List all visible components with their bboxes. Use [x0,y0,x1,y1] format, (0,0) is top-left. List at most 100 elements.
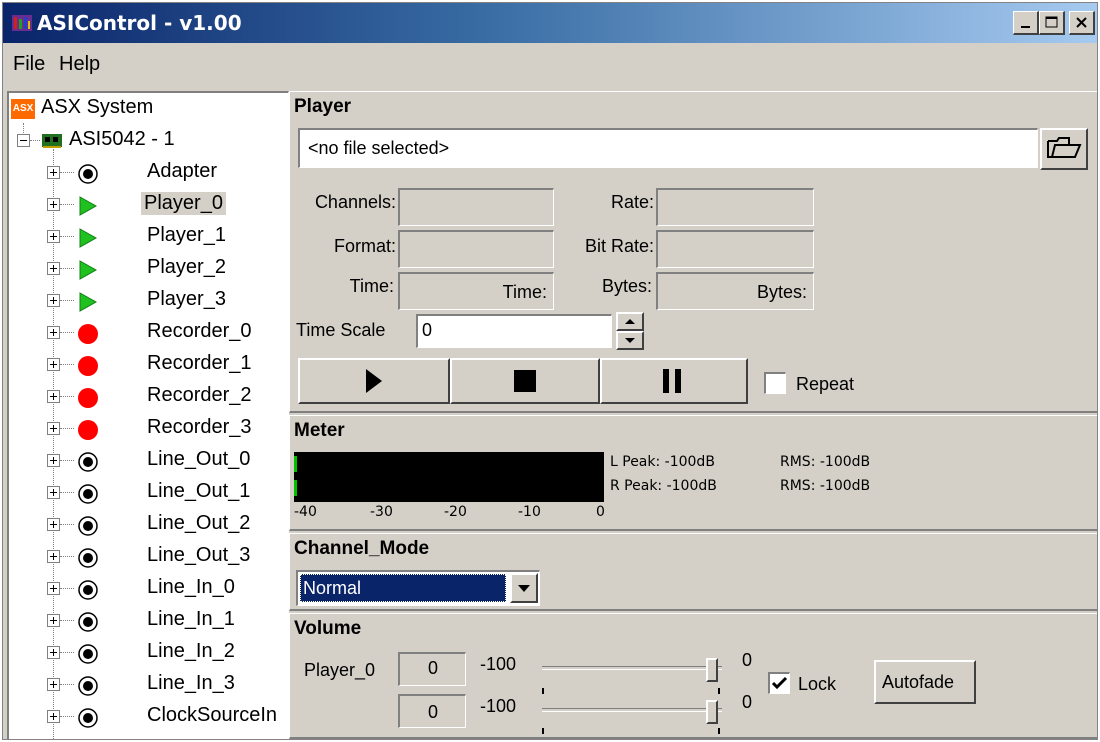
rate-field [656,188,814,226]
tree-item-line-out-2[interactable]: Line_Out_2 [9,509,288,541]
channel-mode-select[interactable]: Normal [296,570,540,606]
minimize-button[interactable] [1013,11,1039,35]
tree-item-line-out-1[interactable]: Line_Out_1 [9,477,288,509]
tree-item-label: ASI5042 - 1 [69,128,175,150]
bytes-value: Bytes: [756,282,807,302]
tree-item-clocksourcein[interactable]: ClockSourceIn [9,701,288,733]
tree-item-label: Line_In_2 [147,640,235,662]
device-tree[interactable]: ASX ASX System ASI5042 - 1 Adapter Player… [7,91,289,739]
menu-file[interactable]: File [13,53,45,76]
tree-item-label: Adapter [147,160,218,182]
tree-item-line-out-0[interactable]: Line_Out_0 [9,445,288,477]
timescale-input[interactable]: 0 [416,314,612,348]
left-volume-slider[interactable] [542,658,722,684]
expand-toggle[interactable] [47,166,60,179]
left-peak-readout: L Peak: -100dB [610,454,715,470]
tree-item-line-out-3[interactable]: Line_Out_3 [9,541,288,573]
tree-line [60,460,74,461]
play-button[interactable] [298,358,450,404]
expand-toggle[interactable] [47,550,60,563]
tree-item-player-3[interactable]: Player_3 [9,285,288,317]
tree-line [60,428,74,429]
tree-line [60,204,74,205]
open-file-button[interactable] [1040,128,1088,170]
volume-title: Volume [294,618,362,639]
play-triangle-icon [79,196,98,216]
autofade-button[interactable]: Autofade [874,660,976,704]
file-path-value: <no file selected> [308,138,450,158]
expand-toggle[interactable] [47,358,60,371]
tree-item-adapter[interactable]: Adapter [9,157,288,189]
red-dot-icon [78,356,98,376]
tree-item-recorder-1[interactable]: Recorder_1 [9,349,288,381]
repeat-label: Repeat [796,374,855,394]
autofade-label: Autofade [882,672,955,692]
expand-toggle[interactable] [47,422,60,435]
close-icon [1076,17,1087,28]
app-window: ASIControl - v1.00 File Help ASX ASX Sys… [2,2,1098,740]
tree-line [60,236,74,237]
expand-toggle[interactable] [47,678,60,691]
circle-dot-icon [78,516,98,536]
slider-thumb[interactable] [706,700,718,724]
close-button[interactable] [1069,11,1095,35]
right-rms-readout: RMS: -100dB [780,478,871,494]
expand-toggle[interactable] [47,710,60,723]
repeat-checkbox[interactable] [764,372,786,394]
slider-thumb[interactable] [706,658,718,682]
tree-item-line-in-0[interactable]: Line_In_0 [9,573,288,605]
lock-label: Lock [798,674,837,694]
tree-item-label: Line_Out_1 [147,480,251,502]
title-bar[interactable]: ASIControl - v1.00 [3,3,1097,43]
right-min-label: -100 [480,696,517,716]
slider-track [542,708,722,712]
tree-item-line-in-3[interactable]: Line_In_3 [9,669,288,701]
right-volume-slider[interactable] [542,700,722,726]
scale-tick: -30 [370,504,393,520]
scale-tick: -20 [444,504,467,520]
tree-item-recorder-2[interactable]: Recorder_2 [9,381,288,413]
tree-item-label: ASX System [41,96,154,118]
lock-checkbox[interactable] [768,672,790,694]
expand-toggle[interactable] [47,614,60,627]
expand-toggle[interactable] [47,486,60,499]
pause-button[interactable] [600,358,748,404]
scale-tick: -40 [294,504,317,520]
volume-panel: Volume Player_0 0 0 -100 -100 0 0 Lock A… [289,613,1097,739]
tree-item-adapter-card[interactable]: ASI5042 - 1 [9,125,288,157]
tree-item-player-2[interactable]: Player_2 [9,253,288,285]
expand-toggle[interactable] [47,294,60,307]
pause-icon [663,369,681,393]
stop-button[interactable] [450,358,600,404]
dropdown-button[interactable] [510,573,538,603]
file-path-field[interactable]: <no file selected> [298,128,1038,168]
collapse-toggle[interactable] [17,134,30,147]
menu-help[interactable]: Help [59,53,100,76]
tree-item-player-1[interactable]: Player_1 [9,221,288,253]
circle-dot-icon [78,164,98,184]
expand-toggle[interactable] [47,646,60,659]
tree-item-player-0[interactable]: Player_0 [9,189,288,221]
expand-toggle[interactable] [47,198,60,211]
tree-item-line-in-2[interactable]: Line_In_2 [9,637,288,669]
expand-toggle[interactable] [47,390,60,403]
meter-panel: Meter -40 -30 -20 -10 0 L Peak: -100dB R… [289,415,1097,531]
tree-item-recorder-0[interactable]: Recorder_0 [9,317,288,349]
expand-toggle[interactable] [47,262,60,275]
expand-toggle[interactable] [47,230,60,243]
expand-toggle[interactable] [47,582,60,595]
timescale-up-button[interactable] [616,312,644,331]
tree-line [60,716,74,717]
tree-line [60,556,74,557]
maximize-button[interactable] [1039,11,1065,35]
timescale-down-button[interactable] [616,331,644,350]
circle-dot-icon [78,452,98,472]
tree-line [60,492,74,493]
tree-item-recorder-3[interactable]: Recorder_3 [9,413,288,445]
tree-item-line-in-1[interactable]: Line_In_1 [9,605,288,637]
channel-mode-panel: Channel_Mode Normal [289,533,1097,611]
expand-toggle[interactable] [47,518,60,531]
expand-toggle[interactable] [47,454,60,467]
expand-toggle[interactable] [47,326,60,339]
tree-item-label: Line_In_3 [147,672,235,694]
